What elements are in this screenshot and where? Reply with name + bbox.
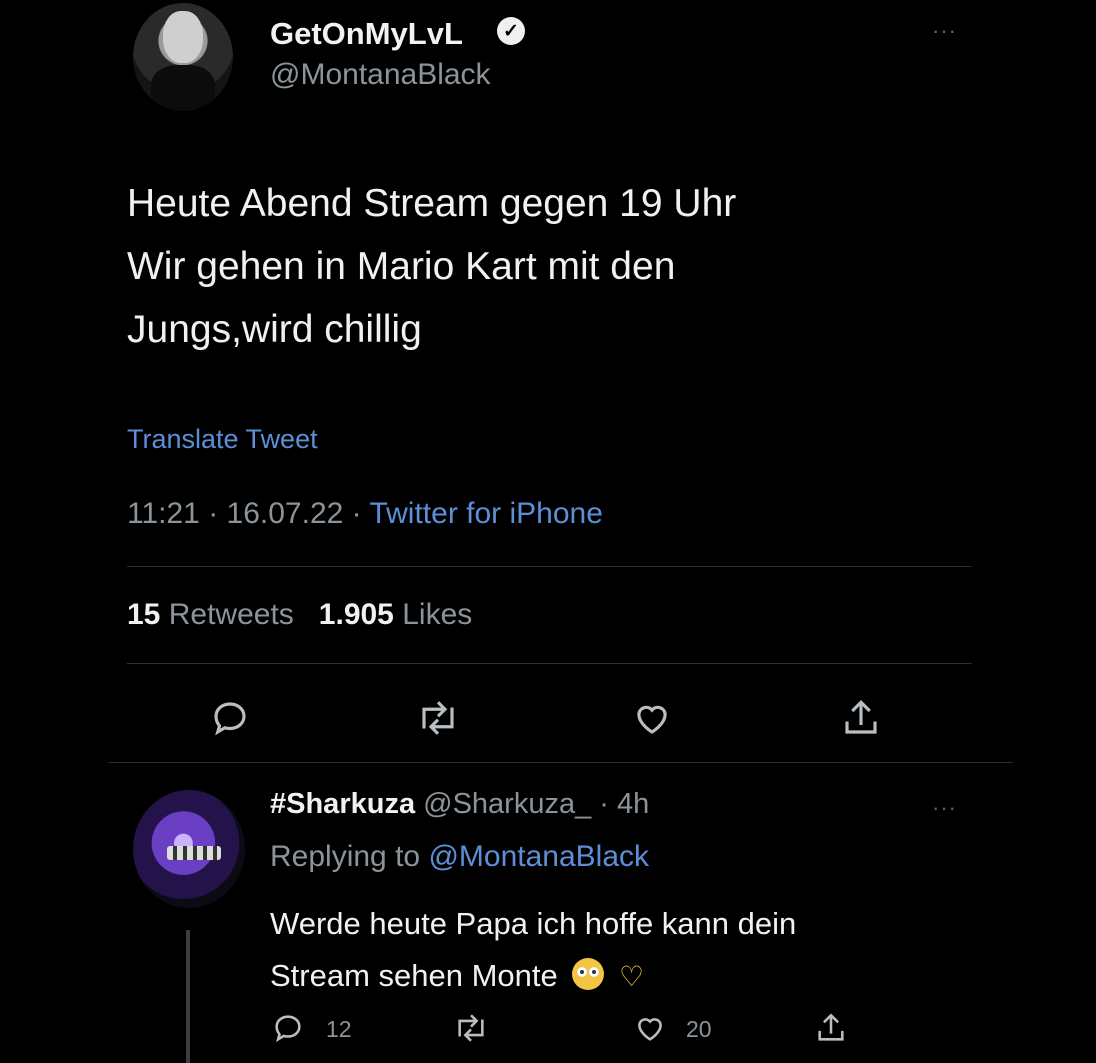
- tweet-stats: 15 Retweets 1.905 Likes: [127, 598, 472, 632]
- comment-icon[interactable]: [209, 697, 251, 739]
- divider: [127, 566, 972, 567]
- replying-to: Replying to @MontanaBlack: [270, 840, 649, 874]
- heart-icon[interactable]: [630, 697, 674, 739]
- tweet-time: 11:21: [127, 497, 200, 530]
- more-icon[interactable]: ···: [932, 795, 957, 821]
- tweet-text: Heute Abend Stream gegen 19 Uhr Wir gehe…: [127, 172, 987, 361]
- reply-header: #Sharkuza @Sharkuza_ · 4h: [270, 788, 649, 821]
- reply-text-line-2: Stream sehen Monte ♡: [270, 950, 970, 1003]
- reply-count: 12: [326, 1016, 352, 1042]
- reply-author-avatar[interactable]: [133, 790, 245, 908]
- retweets-label: Retweets: [168, 598, 294, 631]
- more-icon[interactable]: ···: [932, 18, 957, 44]
- tweet-text-line: Heute Abend Stream gegen 19 Uhr: [127, 182, 737, 225]
- comment-icon[interactable]: [271, 1011, 305, 1045]
- reply-text-line: Werde heute Papa ich hoffe kann dein: [270, 906, 797, 941]
- divider: [127, 663, 972, 664]
- flushed-face-icon: [572, 958, 605, 990]
- author-display-name[interactable]: GetOnMyLvL: [270, 16, 463, 52]
- reply-author-name[interactable]: #Sharkuza: [270, 788, 415, 820]
- share-icon[interactable]: [813, 1011, 849, 1045]
- reply-text: Werde heute Papa ich hoffe kann dein Str…: [270, 898, 970, 1003]
- likes-count: 1.905: [318, 598, 394, 631]
- verified-icon: ✓: [497, 17, 525, 45]
- author-avatar[interactable]: [133, 3, 233, 111]
- reply-text-line: Stream sehen Monte: [270, 958, 558, 993]
- tweet-text-line: Jungs,wird chillig: [127, 308, 422, 351]
- replying-to-mention[interactable]: @MontanaBlack: [428, 840, 649, 873]
- likes-label: Likes: [402, 598, 473, 631]
- retweets-count: 15: [127, 598, 161, 631]
- meta-separator: ·: [351, 497, 362, 530]
- reply-author-handle[interactable]: @Sharkuza_: [423, 788, 591, 820]
- replying-prefix: Replying to: [270, 840, 421, 873]
- like-count: 20: [686, 1016, 712, 1042]
- meta-separator: ·: [208, 497, 219, 530]
- retweet-icon[interactable]: [415, 697, 461, 739]
- retweet-icon[interactable]: [452, 1011, 490, 1045]
- meta-separator: ·: [599, 788, 609, 820]
- tweet-text-line: Wir gehen in Mario Kart mit den: [127, 245, 676, 288]
- heart-icon[interactable]: [632, 1011, 668, 1045]
- author-handle[interactable]: @MontanaBlack: [270, 58, 491, 92]
- share-icon[interactable]: [839, 697, 883, 739]
- tweet-source-link[interactable]: Twitter for iPhone: [369, 497, 602, 530]
- translate-tweet-link[interactable]: Translate Tweet: [127, 424, 318, 455]
- heart-hands-icon: ♡: [619, 961, 645, 992]
- reply-age[interactable]: 4h: [617, 788, 649, 820]
- divider: [108, 762, 1013, 763]
- tweet-meta: 11:21 · 16.07.22 · Twitter for iPhone: [127, 497, 603, 531]
- thread-line: [186, 930, 190, 1063]
- tweet-date[interactable]: 16.07.22: [227, 497, 344, 530]
- likes-stat[interactable]: 1.905 Likes: [319, 598, 472, 631]
- retweets-stat[interactable]: 15 Retweets: [127, 598, 294, 631]
